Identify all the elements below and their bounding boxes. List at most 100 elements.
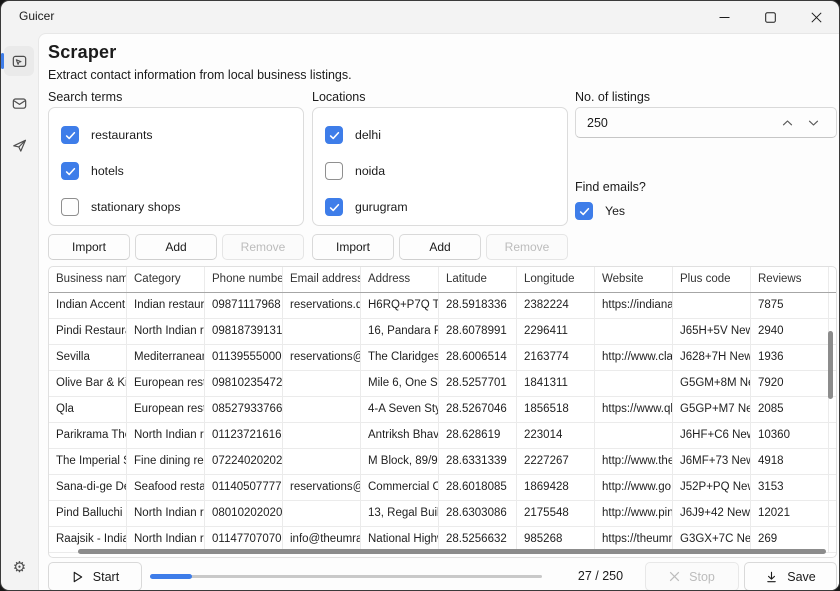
locations-item[interactable]: delhi [313, 117, 567, 153]
table-row[interactable]: Pind Balluchi RNorth Indian re0801020202… [49, 501, 836, 527]
download-icon [765, 570, 778, 584]
table-cell: Pindi Restaurar [49, 319, 127, 344]
checkbox-label: restaurants [91, 128, 153, 142]
table-cell: 7875 [751, 293, 829, 318]
table-row[interactable]: SevillaMediterranean01139555000reservati… [49, 345, 836, 371]
column-header[interactable]: Latitude [439, 267, 517, 292]
sidebar-item-mail[interactable] [1, 88, 38, 118]
page-subtitle: Extract contact information from local b… [48, 68, 352, 82]
add-button[interactable]: Add [399, 234, 481, 260]
progress-fill [150, 574, 192, 579]
column-header[interactable]: Category [127, 267, 205, 292]
table-cell: European resta [127, 371, 205, 396]
save-button[interactable]: Save [744, 562, 837, 591]
table-cell: Commercial Ce [361, 475, 439, 500]
send-icon [11, 137, 28, 154]
decrement-button[interactable] [800, 111, 826, 135]
table-cell: 28.6078991 [439, 319, 517, 344]
listings-spinner[interactable]: 250 [575, 107, 837, 138]
table-row[interactable]: Olive Bar & KitEuropean resta09810235472… [49, 371, 836, 397]
table-cell: 2163774 [517, 345, 595, 370]
table-cell: M Block, 89/90 [361, 449, 439, 474]
column-header[interactable]: Reviews [751, 267, 829, 292]
checkbox[interactable] [61, 126, 79, 144]
table-row[interactable]: Parikrama TheNorth Indian re01123721616A… [49, 423, 836, 449]
content-panel: Scraper Extract contact information from… [38, 33, 839, 590]
increment-button[interactable] [774, 111, 800, 135]
table-cell: J65H+5V New [673, 319, 751, 344]
table-cell: http://www.pin [595, 501, 673, 526]
start-button[interactable]: Start [48, 562, 142, 591]
search-terms-buttons: Import Add Remove [48, 234, 304, 260]
table-cell: https://www.ql [595, 397, 673, 422]
import-button[interactable]: Import [48, 234, 130, 260]
table-cell: 2085 [751, 397, 829, 422]
table-cell: http://www.the [595, 449, 673, 474]
table-cell: 01139555000 [205, 345, 283, 370]
table-cell: http://www.cla [595, 345, 673, 370]
table-cell: European resta [127, 397, 205, 422]
table-cell: 10360 [751, 423, 829, 448]
table-row[interactable]: Indian AccentIndian restaura09871117968r… [49, 293, 836, 319]
search_terms-item[interactable]: stationary shops [49, 189, 303, 225]
table-row[interactable]: The Imperial SpFine dining res0722402020… [49, 449, 836, 475]
table-cell: 28.6303086 [439, 501, 517, 526]
column-header[interactable]: Plus code [673, 267, 751, 292]
chevron-up-icon [782, 119, 793, 127]
save-label: Save [787, 570, 816, 584]
add-button[interactable]: Add [135, 234, 217, 260]
import-button[interactable]: Import [312, 234, 394, 260]
search-terms-label: Search terms [48, 90, 304, 104]
table-cell: Antriksh Bhava [361, 423, 439, 448]
locations-label: Locations [312, 90, 568, 104]
table-row[interactable]: Pindi RestaurarNorth Indian re0981873913… [49, 319, 836, 345]
vertical-scrollbar[interactable] [828, 331, 833, 399]
checkbox[interactable] [325, 162, 343, 180]
table-row[interactable]: QlaEuropean resta085279337664-A Seven St… [49, 397, 836, 423]
find-emails-row[interactable]: Yes [575, 202, 625, 220]
stop-label: Stop [689, 570, 715, 584]
column-header[interactable]: Address [361, 267, 439, 292]
search_terms-item[interactable]: hotels [49, 153, 303, 189]
checkbox-label: noida [355, 164, 385, 178]
table-cell: 16, Pandara Rd [361, 319, 439, 344]
checkbox[interactable] [325, 126, 343, 144]
active-indicator [1, 53, 4, 69]
maximize-button[interactable] [747, 1, 793, 33]
remove-button[interactable]: Remove [222, 234, 304, 260]
title-bar[interactable]: Guicer [1, 1, 839, 33]
close-button[interactable] [793, 1, 839, 33]
column-header[interactable]: Email address [283, 267, 361, 292]
minimize-button[interactable] [701, 1, 747, 33]
sidebar-nav: ⚙ [1, 33, 38, 590]
checkbox[interactable] [61, 162, 79, 180]
table-cell: J52P+PQ New [673, 475, 751, 500]
table-cell: reservations@b [283, 475, 361, 500]
sidebar-item-send[interactable] [1, 130, 38, 160]
find-emails-checkbox[interactable] [575, 202, 593, 220]
table-cell: reservations.de [283, 293, 361, 318]
remove-button[interactable]: Remove [486, 234, 568, 260]
table-cell: 7920 [751, 371, 829, 396]
column-header[interactable]: Website [595, 267, 673, 292]
gear-icon: ⚙ [13, 558, 26, 576]
checkbox-label: stationary shops [91, 200, 181, 214]
checkbox[interactable] [61, 198, 79, 216]
search_terms-item[interactable]: restaurants [49, 117, 303, 153]
table-cell: reservations@c [283, 345, 361, 370]
locations-item[interactable]: gurugram [313, 189, 567, 225]
minimize-icon [719, 12, 730, 23]
locations-item[interactable]: noida [313, 153, 567, 189]
column-header[interactable]: Longitude [517, 267, 595, 292]
check-icon [328, 129, 341, 142]
column-header[interactable]: Phone number [205, 267, 283, 292]
table-cell [283, 319, 361, 344]
table-row[interactable]: Sana-di-ge DelSeafood restau01140507777r… [49, 475, 836, 501]
settings-button[interactable]: ⚙ [1, 552, 38, 582]
checkbox-label: gurugram [355, 200, 408, 214]
checkbox[interactable] [325, 198, 343, 216]
stop-button[interactable]: Stop [645, 562, 739, 591]
sidebar-item-scraper[interactable] [1, 46, 38, 76]
horizontal-scrollbar[interactable] [78, 549, 826, 554]
column-header[interactable]: Business name [49, 267, 127, 292]
